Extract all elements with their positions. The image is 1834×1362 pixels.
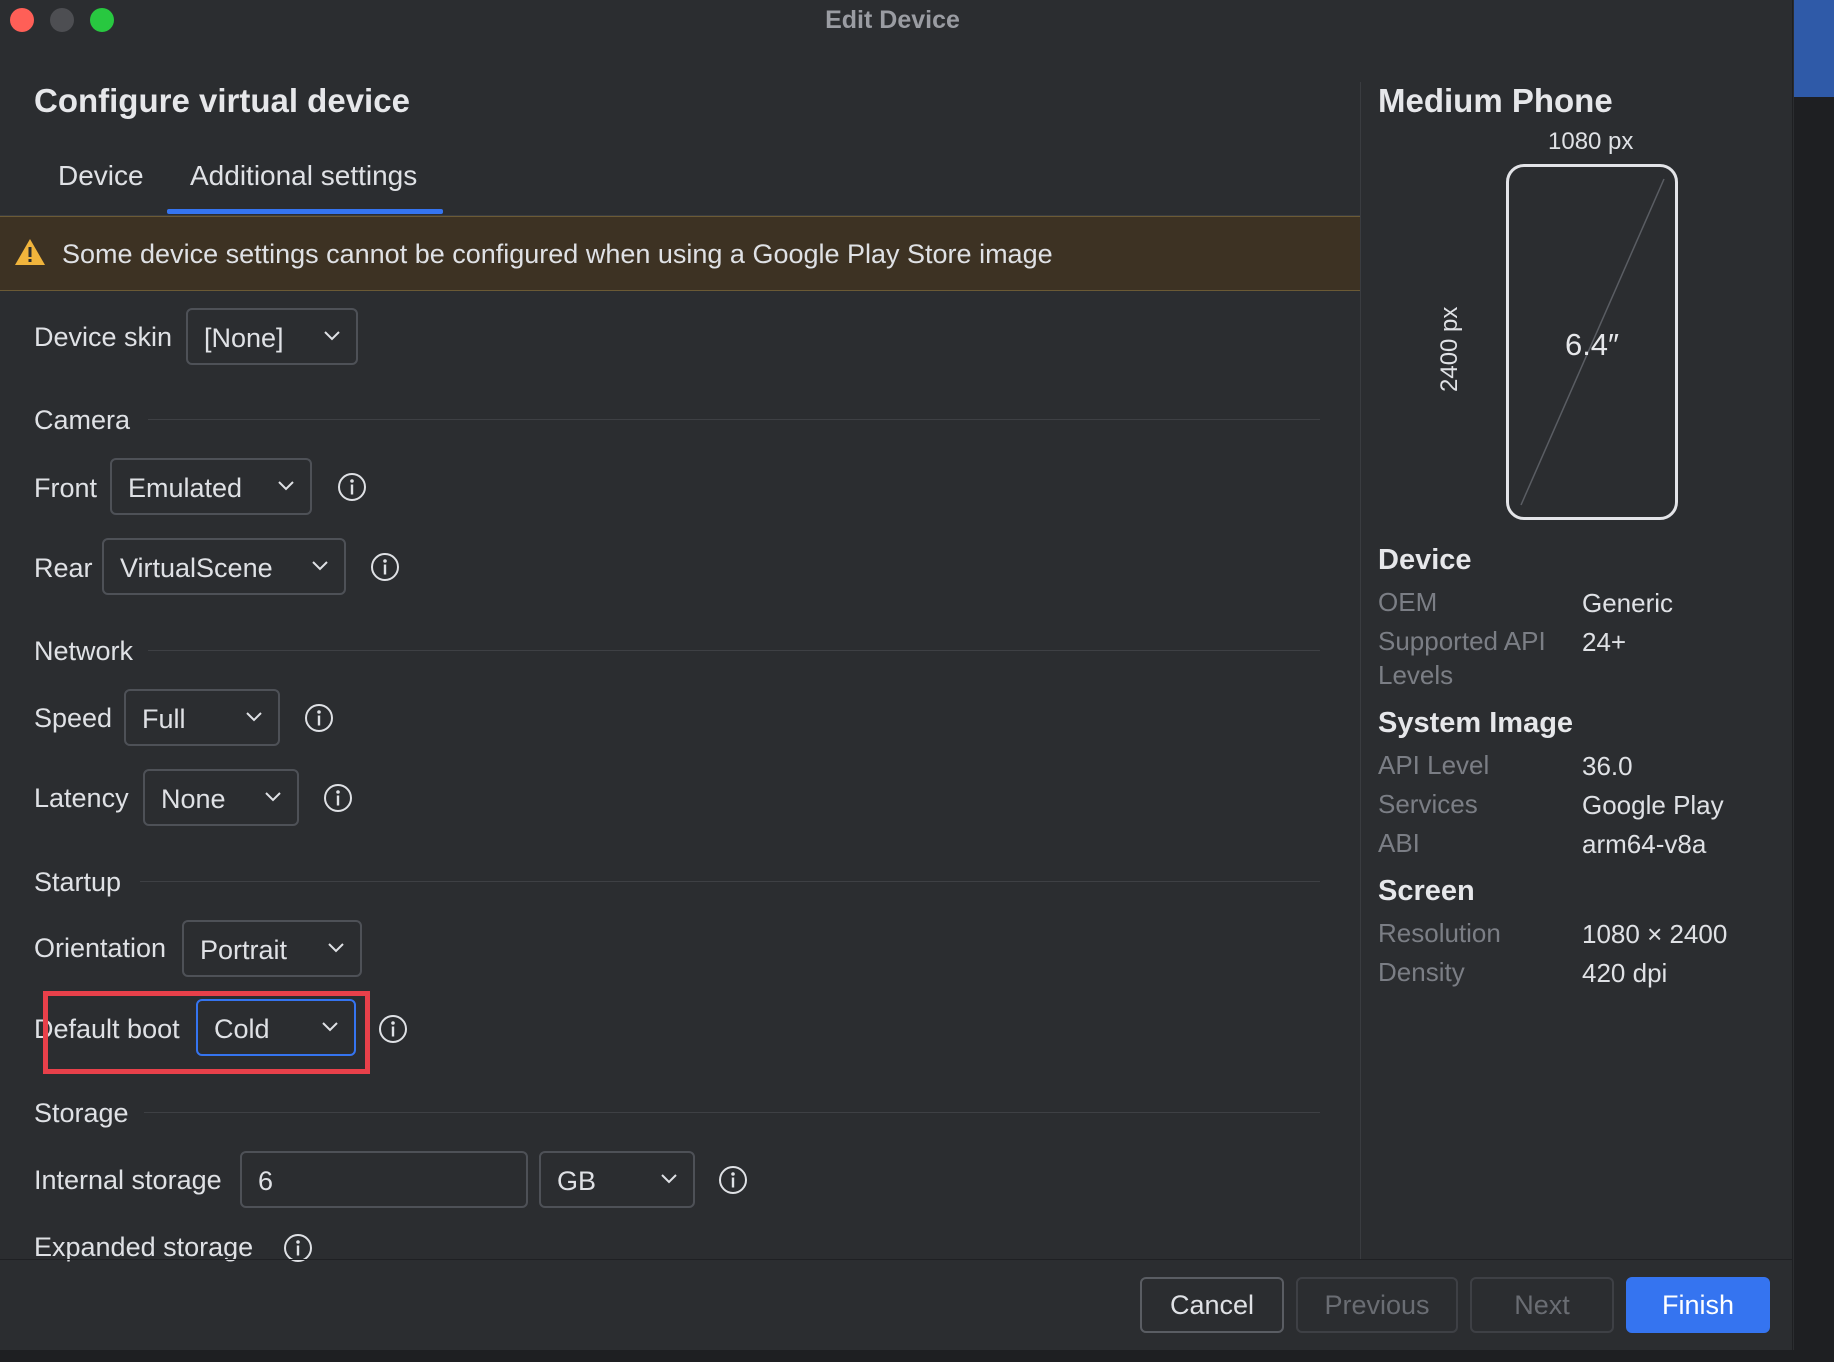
camera-section-title: Camera [34, 405, 131, 435]
oem-key: OEM [1378, 587, 1438, 617]
speed-label: Speed [34, 703, 113, 733]
density-value: 420 dpi [1582, 958, 1668, 988]
chevron-down-icon [246, 712, 262, 722]
active-tab-indicator [167, 209, 443, 214]
background-accent [1794, 0, 1834, 97]
warning-banner: Some device settings cannot be configure… [0, 216, 1360, 291]
api-levels-value: 24+ [1582, 627, 1627, 657]
oem-value: Generic [1582, 588, 1674, 618]
panel-divider [1360, 82, 1361, 1260]
orientation-value: Portrait [200, 935, 288, 965]
title-bar: Edit Device [0, 0, 1793, 40]
screen-size-label: 6.4″ [1564, 327, 1620, 362]
services-value: Google Play [1582, 790, 1724, 820]
device-details-heading: Device [1378, 544, 1472, 576]
finish-button[interactable]: Finish [1626, 1277, 1770, 1333]
chevron-down-icon [661, 1174, 677, 1184]
speed-info-icon[interactable] [304, 703, 334, 733]
latency-info-icon[interactable] [323, 783, 353, 813]
edit-device-dialog: Edit Device Configure virtual device Dev… [0, 0, 1793, 1350]
storage-separator [144, 1112, 1320, 1113]
speed-value: Full [142, 704, 186, 734]
services-key: Services [1378, 789, 1478, 819]
front-camera-label: Front [34, 473, 98, 503]
density-key: Density [1378, 957, 1465, 987]
startup-separator [140, 881, 1320, 882]
chevron-down-icon [265, 792, 281, 802]
device-preview-title: Medium Phone [1378, 82, 1613, 119]
api-level-key: API Level [1378, 750, 1490, 780]
highlight-box [43, 991, 370, 1074]
tab-device[interactable]: Device [58, 160, 144, 192]
next-button[interactable]: Next [1470, 1277, 1614, 1333]
api-level-value: 36.0 [1582, 751, 1633, 781]
front-camera-info-icon[interactable] [337, 472, 367, 502]
window-title: Edit Device [825, 6, 960, 34]
api-levels-key: Supported API Levels [1378, 626, 1546, 690]
abi-key: ABI [1378, 828, 1420, 858]
tab-additional-settings[interactable]: Additional settings [190, 160, 417, 192]
resolution-key: Resolution [1378, 918, 1501, 948]
width-pixels-label: 1080 px [1548, 128, 1634, 155]
storage-section-title: Storage [34, 1098, 129, 1128]
page-title: Configure virtual device [34, 82, 410, 119]
internal-storage-label: Internal storage [34, 1165, 222, 1195]
camera-separator [148, 419, 1320, 420]
network-section-title: Network [34, 636, 134, 666]
chevron-down-icon [324, 331, 340, 341]
phone-outline: 6.4″ [1506, 164, 1678, 520]
front-camera-dropdown[interactable]: Emulated [110, 458, 312, 515]
rear-camera-value: VirtualScene [120, 553, 273, 583]
footer-divider [0, 1259, 1793, 1260]
startup-section-title: Startup [34, 867, 122, 897]
resolution-value: 1080 × 2400 [1582, 919, 1728, 949]
warning-text: Some device settings cannot be configure… [62, 239, 1053, 269]
device-skin-label: Device skin [34, 322, 173, 352]
warning-icon [15, 239, 45, 265]
rear-camera-info-icon[interactable] [370, 552, 400, 582]
latency-label: Latency [34, 783, 129, 813]
storage-unit-value: GB [557, 1166, 597, 1196]
internal-storage-info-icon[interactable] [718, 1165, 748, 1195]
chevron-down-icon [328, 943, 344, 953]
front-camera-value: Emulated [128, 473, 243, 503]
chevron-down-icon [312, 561, 328, 571]
screen-details-heading: Screen [1378, 875, 1475, 907]
orientation-label: Orientation [34, 933, 167, 963]
rear-camera-label: Rear [34, 553, 93, 583]
orientation-dropdown[interactable]: Portrait [182, 920, 362, 977]
internal-storage-value: 6 [258, 1166, 274, 1196]
device-skin-value: [None] [204, 323, 284, 353]
system-image-heading: System Image [1378, 707, 1574, 739]
device-skin-dropdown[interactable]: [None] [186, 308, 358, 365]
speed-dropdown[interactable]: Full [124, 689, 280, 746]
previous-button[interactable]: Previous [1296, 1277, 1458, 1333]
internal-storage-input[interactable]: 6 [240, 1151, 528, 1208]
network-separator [148, 650, 1320, 651]
background-window-edge [1794, 0, 1834, 1362]
latency-dropdown[interactable]: None [143, 769, 299, 826]
height-pixels-label: 2400 px [1436, 306, 1463, 392]
default-boot-info-icon[interactable] [378, 1014, 408, 1044]
rear-camera-dropdown[interactable]: VirtualScene [102, 538, 346, 595]
background-bottom-edge [0, 1350, 1794, 1362]
cancel-button[interactable]: Cancel [1140, 1277, 1284, 1333]
storage-unit-dropdown[interactable]: GB [539, 1151, 695, 1208]
abi-value: arm64-v8a [1582, 829, 1707, 859]
chevron-down-icon [278, 481, 294, 491]
latency-value: None [161, 784, 226, 814]
